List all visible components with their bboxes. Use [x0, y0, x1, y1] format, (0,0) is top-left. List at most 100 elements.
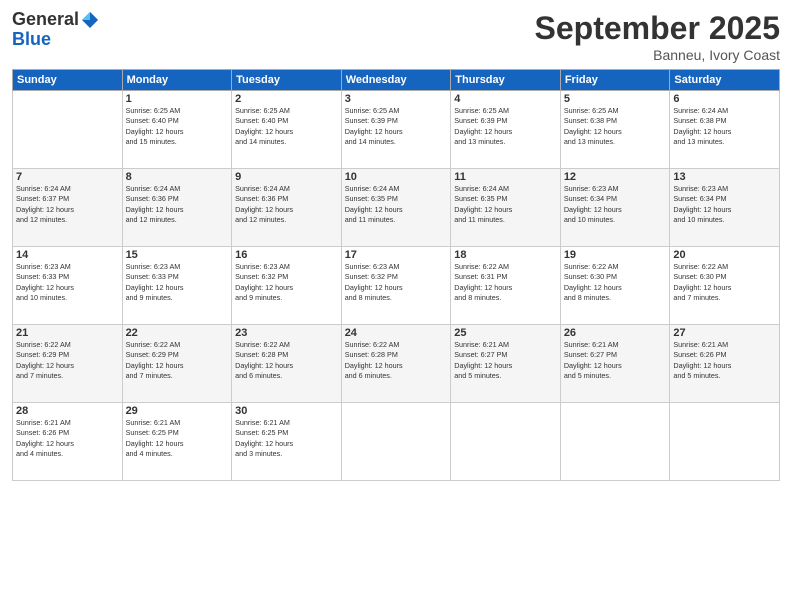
day-cell	[451, 403, 561, 481]
day-cell: 6Sunrise: 6:24 AMSunset: 6:38 PMDaylight…	[670, 91, 780, 169]
day-number: 10	[345, 171, 448, 183]
day-number: 24	[345, 327, 448, 339]
day-number: 6	[673, 93, 776, 105]
day-cell: 13Sunrise: 6:23 AMSunset: 6:34 PMDayligh…	[670, 169, 780, 247]
location-subtitle: Banneu, Ivory Coast	[535, 47, 780, 63]
day-cell: 2Sunrise: 6:25 AMSunset: 6:40 PMDaylight…	[232, 91, 342, 169]
day-cell: 3Sunrise: 6:25 AMSunset: 6:39 PMDaylight…	[341, 91, 451, 169]
day-number: 25	[454, 327, 557, 339]
day-info: Sunrise: 6:21 AMSunset: 6:26 PMDaylight:…	[16, 418, 119, 460]
day-number: 22	[126, 327, 229, 339]
header: General Blue September 2025 Banneu, Ivor…	[12, 10, 780, 63]
day-cell	[13, 91, 123, 169]
col-header-thursday: Thursday	[451, 70, 561, 91]
day-cell: 14Sunrise: 6:23 AMSunset: 6:33 PMDayligh…	[13, 247, 123, 325]
day-cell: 20Sunrise: 6:22 AMSunset: 6:30 PMDayligh…	[670, 247, 780, 325]
day-info: Sunrise: 6:23 AMSunset: 6:32 PMDaylight:…	[235, 262, 338, 304]
day-number: 26	[564, 327, 667, 339]
day-cell: 1Sunrise: 6:25 AMSunset: 6:40 PMDaylight…	[122, 91, 232, 169]
day-info: Sunrise: 6:23 AMSunset: 6:32 PMDaylight:…	[345, 262, 448, 304]
day-info: Sunrise: 6:22 AMSunset: 6:31 PMDaylight:…	[454, 262, 557, 304]
col-header-monday: Monday	[122, 70, 232, 91]
day-info: Sunrise: 6:21 AMSunset: 6:25 PMDaylight:…	[235, 418, 338, 460]
week-row-1: 1Sunrise: 6:25 AMSunset: 6:40 PMDaylight…	[13, 91, 780, 169]
day-info: Sunrise: 6:21 AMSunset: 6:27 PMDaylight:…	[454, 340, 557, 382]
day-cell: 21Sunrise: 6:22 AMSunset: 6:29 PMDayligh…	[13, 325, 123, 403]
day-info: Sunrise: 6:21 AMSunset: 6:25 PMDaylight:…	[126, 418, 229, 460]
day-number: 8	[126, 171, 229, 183]
day-info: Sunrise: 6:25 AMSunset: 6:39 PMDaylight:…	[345, 106, 448, 148]
day-number: 18	[454, 249, 557, 261]
logo-line2: Blue	[12, 30, 99, 50]
day-cell: 23Sunrise: 6:22 AMSunset: 6:28 PMDayligh…	[232, 325, 342, 403]
day-cell	[670, 403, 780, 481]
day-info: Sunrise: 6:21 AMSunset: 6:27 PMDaylight:…	[564, 340, 667, 382]
day-cell: 25Sunrise: 6:21 AMSunset: 6:27 PMDayligh…	[451, 325, 561, 403]
day-cell: 12Sunrise: 6:23 AMSunset: 6:34 PMDayligh…	[560, 169, 670, 247]
day-number: 9	[235, 171, 338, 183]
day-info: Sunrise: 6:22 AMSunset: 6:29 PMDaylight:…	[126, 340, 229, 382]
day-number: 19	[564, 249, 667, 261]
day-info: Sunrise: 6:24 AMSunset: 6:38 PMDaylight:…	[673, 106, 776, 148]
day-cell	[560, 403, 670, 481]
day-info: Sunrise: 6:24 AMSunset: 6:37 PMDaylight:…	[16, 184, 119, 226]
day-info: Sunrise: 6:23 AMSunset: 6:34 PMDaylight:…	[564, 184, 667, 226]
logo: General Blue	[12, 10, 99, 50]
week-row-2: 7Sunrise: 6:24 AMSunset: 6:37 PMDaylight…	[13, 169, 780, 247]
logo-line1: General	[12, 10, 99, 30]
col-header-saturday: Saturday	[670, 70, 780, 91]
day-number: 12	[564, 171, 667, 183]
day-cell: 7Sunrise: 6:24 AMSunset: 6:37 PMDaylight…	[13, 169, 123, 247]
week-row-4: 21Sunrise: 6:22 AMSunset: 6:29 PMDayligh…	[13, 325, 780, 403]
day-cell: 22Sunrise: 6:22 AMSunset: 6:29 PMDayligh…	[122, 325, 232, 403]
day-info: Sunrise: 6:22 AMSunset: 6:29 PMDaylight:…	[16, 340, 119, 382]
day-info: Sunrise: 6:21 AMSunset: 6:26 PMDaylight:…	[673, 340, 776, 382]
day-number: 27	[673, 327, 776, 339]
day-info: Sunrise: 6:24 AMSunset: 6:35 PMDaylight:…	[345, 184, 448, 226]
week-row-5: 28Sunrise: 6:21 AMSunset: 6:26 PMDayligh…	[13, 403, 780, 481]
day-info: Sunrise: 6:23 AMSunset: 6:34 PMDaylight:…	[673, 184, 776, 226]
day-info: Sunrise: 6:25 AMSunset: 6:39 PMDaylight:…	[454, 106, 557, 148]
day-number: 29	[126, 405, 229, 417]
day-cell: 8Sunrise: 6:24 AMSunset: 6:36 PMDaylight…	[122, 169, 232, 247]
day-cell: 19Sunrise: 6:22 AMSunset: 6:30 PMDayligh…	[560, 247, 670, 325]
day-cell	[341, 403, 451, 481]
day-cell: 15Sunrise: 6:23 AMSunset: 6:33 PMDayligh…	[122, 247, 232, 325]
day-info: Sunrise: 6:24 AMSunset: 6:36 PMDaylight:…	[126, 184, 229, 226]
day-number: 3	[345, 93, 448, 105]
day-cell: 27Sunrise: 6:21 AMSunset: 6:26 PMDayligh…	[670, 325, 780, 403]
day-number: 30	[235, 405, 338, 417]
day-info: Sunrise: 6:25 AMSunset: 6:38 PMDaylight:…	[564, 106, 667, 148]
day-cell: 30Sunrise: 6:21 AMSunset: 6:25 PMDayligh…	[232, 403, 342, 481]
day-info: Sunrise: 6:22 AMSunset: 6:28 PMDaylight:…	[235, 340, 338, 382]
day-info: Sunrise: 6:24 AMSunset: 6:36 PMDaylight:…	[235, 184, 338, 226]
day-cell: 29Sunrise: 6:21 AMSunset: 6:25 PMDayligh…	[122, 403, 232, 481]
month-title: September 2025	[535, 10, 780, 47]
day-number: 20	[673, 249, 776, 261]
day-info: Sunrise: 6:22 AMSunset: 6:30 PMDaylight:…	[673, 262, 776, 304]
col-header-friday: Friday	[560, 70, 670, 91]
day-cell: 4Sunrise: 6:25 AMSunset: 6:39 PMDaylight…	[451, 91, 561, 169]
day-cell: 16Sunrise: 6:23 AMSunset: 6:32 PMDayligh…	[232, 247, 342, 325]
day-number: 28	[16, 405, 119, 417]
day-number: 13	[673, 171, 776, 183]
day-cell: 17Sunrise: 6:23 AMSunset: 6:32 PMDayligh…	[341, 247, 451, 325]
day-number: 17	[345, 249, 448, 261]
col-header-wednesday: Wednesday	[341, 70, 451, 91]
calendar-table: SundayMondayTuesdayWednesdayThursdayFrid…	[12, 69, 780, 481]
day-cell: 9Sunrise: 6:24 AMSunset: 6:36 PMDaylight…	[232, 169, 342, 247]
day-cell: 5Sunrise: 6:25 AMSunset: 6:38 PMDaylight…	[560, 91, 670, 169]
day-number: 7	[16, 171, 119, 183]
day-number: 16	[235, 249, 338, 261]
day-number: 11	[454, 171, 557, 183]
day-cell: 11Sunrise: 6:24 AMSunset: 6:35 PMDayligh…	[451, 169, 561, 247]
day-number: 1	[126, 93, 229, 105]
day-cell: 26Sunrise: 6:21 AMSunset: 6:27 PMDayligh…	[560, 325, 670, 403]
day-number: 21	[16, 327, 119, 339]
col-header-sunday: Sunday	[13, 70, 123, 91]
day-number: 14	[16, 249, 119, 261]
day-number: 15	[126, 249, 229, 261]
day-cell: 18Sunrise: 6:22 AMSunset: 6:31 PMDayligh…	[451, 247, 561, 325]
day-info: Sunrise: 6:23 AMSunset: 6:33 PMDaylight:…	[126, 262, 229, 304]
page-container: General Blue September 2025 Banneu, Ivor…	[0, 0, 792, 612]
